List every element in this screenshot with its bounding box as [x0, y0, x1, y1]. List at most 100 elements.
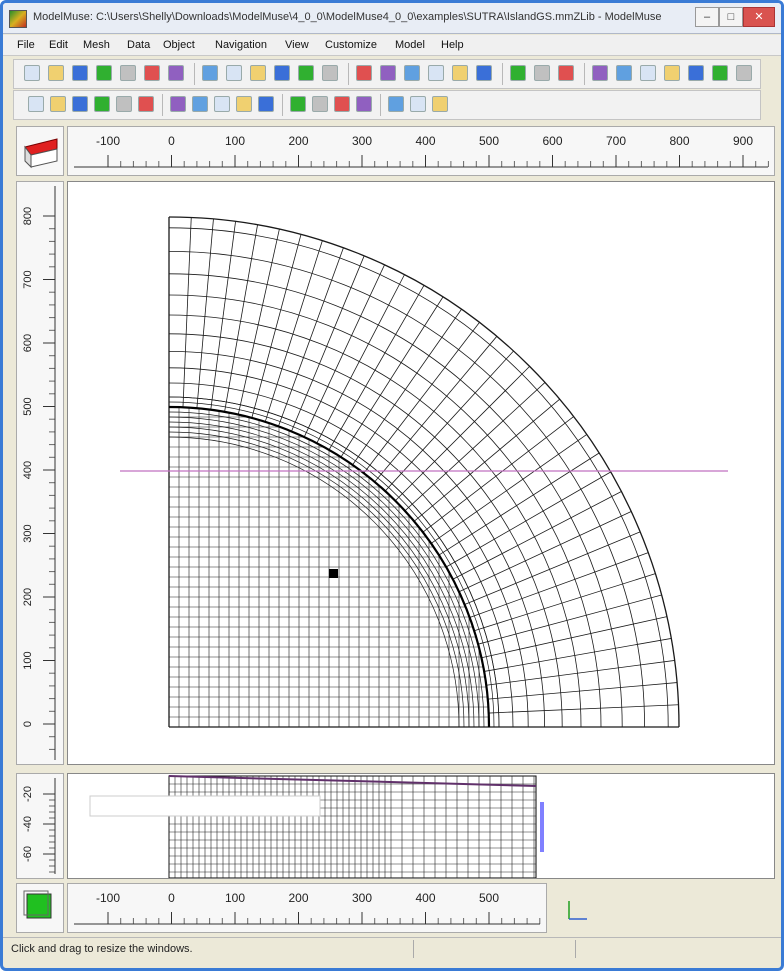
open-file-icon[interactable] — [48, 65, 64, 81]
ruler-tick-label: 600 — [542, 134, 562, 148]
toolbar-separator — [194, 63, 195, 85]
mesh-radial-line — [488, 704, 679, 714]
menu-data[interactable]: Data — [127, 39, 150, 51]
menu-customize[interactable]: Customize — [325, 39, 377, 51]
mesh-radial-line — [316, 274, 405, 444]
color-grid-icon[interactable] — [144, 65, 160, 81]
mesh-text-icon[interactable] — [410, 96, 426, 112]
add-vertex-icon[interactable] — [28, 96, 44, 112]
node-icon[interactable] — [334, 96, 350, 112]
title-bar[interactable]: ModelMuse: C:\Users\Shelly\Downloads\Mod… — [3, 3, 781, 34]
measure-icon[interactable] — [712, 65, 728, 81]
ruler-tick-label: -60 — [22, 846, 34, 862]
delete-vertex-icon[interactable] — [72, 96, 88, 112]
front-view-scroll-handle[interactable] — [540, 802, 544, 852]
finite-element-mesh — [168, 216, 680, 728]
draw-polyline-icon[interactable] — [452, 65, 468, 81]
point-tool-icon[interactable] — [170, 96, 186, 112]
copy-icon[interactable] — [274, 65, 290, 81]
ruler-tick-label: -100 — [96, 134, 120, 148]
rectangle-tool-icon[interactable] — [258, 96, 274, 112]
view-corner-bottom[interactable] — [16, 883, 64, 933]
grid-icon[interactable] — [202, 65, 218, 81]
view-corner-top[interactable] — [16, 126, 64, 176]
mesh-radial-line — [484, 638, 672, 672]
draw-line-icon[interactable] — [428, 65, 444, 81]
toolbar-separator — [348, 63, 349, 85]
top-view-mesh-panel[interactable] — [67, 181, 775, 765]
zoom-extents-icon[interactable] — [640, 65, 656, 81]
layers-icon[interactable] — [298, 65, 314, 81]
element-active-icon[interactable] — [356, 96, 372, 112]
toolbar-mesh — [13, 90, 761, 120]
pan-icon[interactable] — [664, 65, 680, 81]
split-object-icon[interactable] — [94, 96, 110, 112]
ruler-tick-label: 100 — [225, 134, 245, 148]
select-arrow-icon[interactable] — [510, 65, 526, 81]
rotate-left-icon[interactable] — [380, 65, 396, 81]
circle-tool-icon[interactable] — [214, 96, 230, 112]
rotate-right-icon[interactable] — [404, 65, 420, 81]
color-bar-icon[interactable] — [322, 65, 338, 81]
dropdown-arrow-icon[interactable] — [120, 65, 136, 81]
status-message: Click and drag to resize the windows. — [11, 943, 193, 955]
front-view-mesh-panel[interactable] — [67, 773, 775, 879]
selected-node-marker[interactable] — [329, 569, 338, 578]
toolbar-separator — [584, 63, 585, 85]
grid-layers-icon[interactable] — [226, 65, 242, 81]
menu-navigation[interactable]: Navigation — [215, 39, 267, 51]
save-icon[interactable] — [72, 65, 88, 81]
move-vertex-icon[interactable] — [50, 96, 66, 112]
pointer-red-icon[interactable] — [356, 65, 372, 81]
menu-mesh[interactable]: Mesh — [83, 39, 110, 51]
line-tool-icon[interactable] — [192, 96, 208, 112]
select-object-icon[interactable] — [312, 96, 328, 112]
export-icon[interactable] — [168, 65, 184, 81]
ruler-tick-label: 900 — [733, 134, 753, 148]
menu-edit[interactable]: Edit — [49, 39, 68, 51]
mesh-radial-line — [469, 552, 649, 618]
ruler-tick-label: 700 — [22, 270, 34, 288]
ruler-tick-label: 700 — [606, 134, 626, 148]
blue-box-icon[interactable] — [558, 65, 574, 81]
ruler-tick-label: 800 — [22, 207, 34, 225]
zoom-in-icon[interactable] — [592, 65, 608, 81]
menu-help[interactable]: Help — [441, 39, 464, 51]
menu-object[interactable]: Object — [163, 39, 195, 51]
status-pane-coordinates — [413, 940, 574, 958]
ruler-tick-label: 200 — [288, 891, 308, 905]
maximize-button[interactable]: □ — [719, 7, 743, 27]
front-view-mesh — [168, 775, 537, 879]
app-window: ModelMuse: C:\Users\Shelly\Downloads\Mod… — [0, 0, 784, 971]
draw-spline-icon[interactable] — [476, 65, 492, 81]
menu-model[interactable]: Model — [395, 39, 425, 51]
run-model-icon[interactable] — [96, 65, 112, 81]
menu-file[interactable]: File — [17, 39, 35, 51]
mesh-radial-line — [210, 221, 236, 410]
minimize-button[interactable]: – — [695, 7, 719, 27]
mesh-radial-line — [486, 660, 675, 686]
new-file-icon[interactable] — [24, 65, 40, 81]
menu-view[interactable]: View — [285, 39, 309, 51]
mesh-radial-line — [182, 217, 192, 408]
ruler-tick-label: 0 — [22, 721, 34, 727]
edit-box-icon[interactable] — [138, 96, 154, 112]
green-box-icon — [23, 890, 52, 919]
vertex-edit-icon[interactable] — [290, 96, 306, 112]
mesh-view-icon[interactable] — [432, 96, 448, 112]
mesh-radial-line — [363, 322, 480, 474]
mesh-radial-line — [438, 452, 600, 556]
import-icon[interactable] — [250, 65, 266, 81]
close-button[interactable]: ✕ — [743, 7, 775, 27]
axis-indicator-icon — [568, 901, 587, 920]
join-objects-icon[interactable] — [116, 96, 132, 112]
close-view-icon[interactable] — [736, 65, 752, 81]
magnify-box-icon[interactable] — [688, 65, 704, 81]
polyline-tool-icon[interactable] — [236, 96, 252, 112]
color-legend-icon[interactable] — [534, 65, 550, 81]
status-pane-info — [575, 940, 776, 958]
dropdown-icon[interactable] — [388, 96, 404, 112]
zoom-out-icon[interactable] — [616, 65, 632, 81]
ruler-tick-label: 400 — [22, 461, 34, 479]
toolbar-main — [13, 59, 761, 89]
